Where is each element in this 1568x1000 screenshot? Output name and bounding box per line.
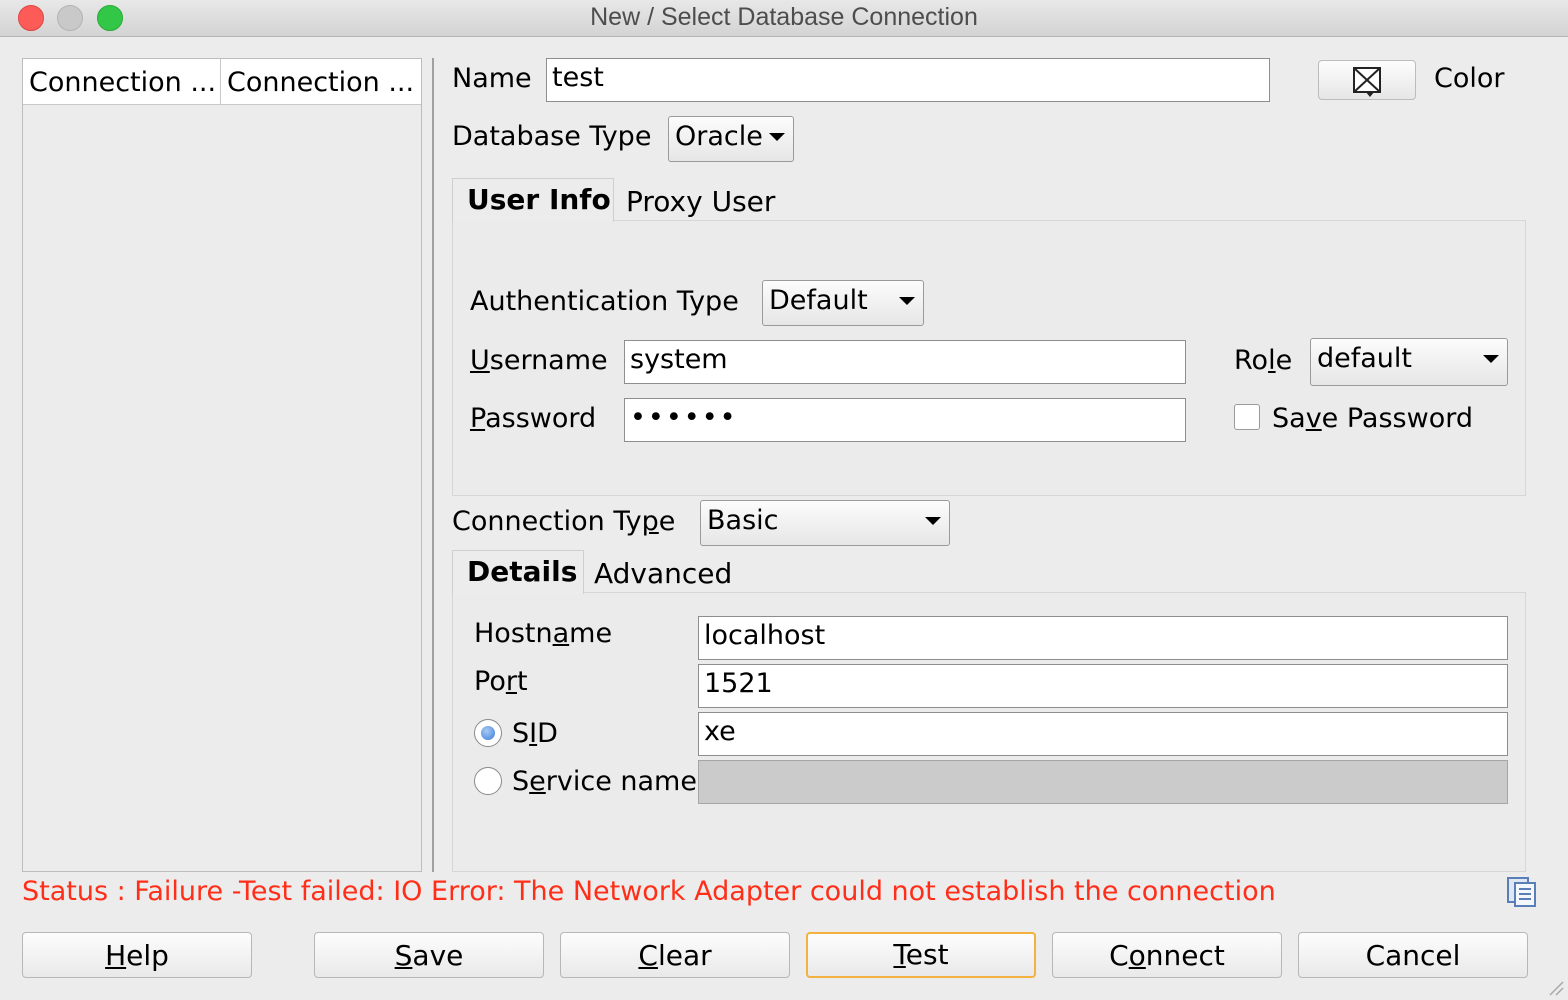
- save-button[interactable]: Save: [314, 932, 544, 978]
- chevron-down-icon: [899, 297, 915, 305]
- sid-radio[interactable]: [474, 719, 502, 747]
- chevron-down-icon: [925, 517, 941, 525]
- save-password-checkbox[interactable]: [1234, 404, 1260, 430]
- window-title: New / Select Database Connection: [590, 3, 978, 31]
- port-input[interactable]: 1521: [698, 664, 1508, 708]
- save-password-label: Save Password: [1272, 403, 1473, 434]
- password-label: Password: [470, 403, 597, 434]
- tab-proxy-user[interactable]: Proxy User: [626, 181, 775, 223]
- sid-label: SID: [512, 718, 558, 749]
- resize-grip-icon-graphic: [1549, 981, 1564, 996]
- connection-type-label: Connection Type: [452, 506, 676, 537]
- role-value: default: [1317, 343, 1413, 374]
- color-button[interactable]: [1318, 60, 1416, 100]
- role-select[interactable]: default: [1310, 338, 1508, 386]
- username-label: Username: [470, 345, 608, 376]
- color-label: Color: [1434, 63, 1505, 94]
- connections-list[interactable]: Connection ... Connection ...: [22, 58, 422, 872]
- chevron-down-icon: [769, 133, 785, 141]
- resize-grip-icon[interactable]: [1546, 978, 1564, 1000]
- status-message: Status : Failure -Test failed: IO Error:…: [22, 876, 1276, 907]
- authentication-type-value: Default: [769, 285, 868, 316]
- color-picker-icon: [1353, 67, 1381, 97]
- copy-status-button[interactable]: [1506, 876, 1538, 912]
- dialog-window: New / Select Database Connection Connect…: [0, 0, 1568, 998]
- tab-user-info[interactable]: User Info: [452, 178, 614, 222]
- service-name-label: Service name: [512, 766, 697, 797]
- cancel-button[interactable]: Cancel: [1298, 932, 1528, 978]
- test-button[interactable]: Test: [806, 932, 1036, 978]
- authentication-type-select[interactable]: Default: [762, 280, 924, 326]
- column-header-connection-details[interactable]: Connection ...: [221, 59, 421, 105]
- database-type-select[interactable]: Oracle: [668, 116, 794, 162]
- password-input[interactable]: ••••••: [624, 398, 1186, 442]
- title-bar[interactable]: New / Select Database Connection: [0, 0, 1568, 37]
- chevron-down-icon: [1483, 355, 1499, 363]
- role-label: Role: [1234, 345, 1293, 376]
- tab-advanced[interactable]: Advanced: [594, 553, 732, 595]
- port-label: Port: [474, 666, 528, 697]
- connection-type-select[interactable]: Basic: [700, 500, 950, 546]
- name-input[interactable]: test: [546, 58, 1270, 102]
- name-label: Name: [452, 63, 532, 94]
- connection-type-value: Basic: [707, 505, 779, 536]
- hostname-input[interactable]: localhost: [698, 616, 1508, 660]
- column-header-connection-name[interactable]: Connection ...: [23, 59, 221, 105]
- clear-button[interactable]: Clear: [560, 932, 790, 978]
- username-input[interactable]: system: [624, 340, 1186, 384]
- sid-input[interactable]: xe: [698, 712, 1508, 756]
- database-type-value: Oracle: [675, 121, 763, 152]
- split-pane-divider[interactable]: [432, 58, 434, 872]
- radio-selected-dot: [481, 726, 495, 740]
- authentication-type-label: Authentication Type: [470, 286, 739, 317]
- database-type-label: Database Type: [452, 121, 652, 152]
- connect-button[interactable]: Connect: [1052, 932, 1282, 978]
- service-name-radio[interactable]: [474, 767, 502, 795]
- service-name-input: [698, 760, 1508, 804]
- tab-details[interactable]: Details: [452, 550, 584, 594]
- help-button[interactable]: Help: [22, 932, 252, 978]
- hostname-label: Hostname: [474, 618, 613, 649]
- copy-icon: [1507, 877, 1536, 907]
